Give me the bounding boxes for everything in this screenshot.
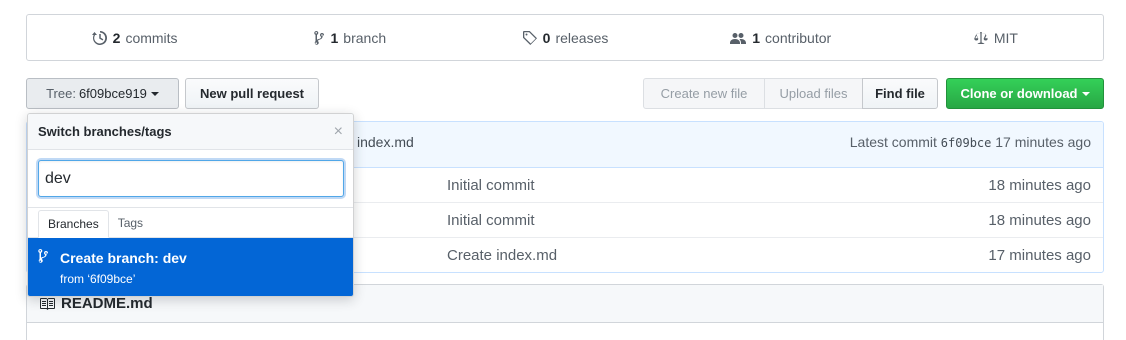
create-branch-title: Create branch: dev <box>60 250 187 266</box>
tab-branches[interactable]: Branches <box>38 210 109 238</box>
law-icon <box>973 30 989 46</box>
branches-link[interactable]: 1 branch <box>242 30 457 46</box>
file-commit-message[interactable]: Create index.md <box>447 247 557 264</box>
latest-commit-info: Latest commit 6f09bce 17 minutes ago <box>850 134 1091 150</box>
tree-label: Tree: <box>46 86 76 101</box>
caret-down-icon <box>1081 91 1090 96</box>
branch-select-button[interactable]: Tree: 6f09bce919 <box>26 78 179 109</box>
book-icon <box>39 296 55 312</box>
license-label: MIT <box>993 29 1018 46</box>
clone-or-download-button[interactable]: Clone or download <box>946 78 1104 109</box>
branches-label: branch <box>343 29 387 46</box>
releases-link[interactable]: 0 releases <box>457 30 672 46</box>
file-commit-message[interactable]: Initial commit <box>447 177 535 194</box>
releases-count: 0 <box>542 29 551 46</box>
create-branch-from: from ‘6f09bce’ <box>60 272 136 286</box>
tree-value: 6f09bce919 <box>78 86 147 101</box>
caret-down-icon <box>150 91 159 96</box>
latest-commit-sha[interactable]: 6f09bce <box>941 136 992 150</box>
branch-filter-input[interactable] <box>38 160 344 197</box>
file-commit-age: 18 minutes ago <box>988 212 1091 229</box>
contributors-count: 1 <box>752 29 761 46</box>
tag-icon <box>522 30 538 46</box>
dropdown-title: Switch branches/tags <box>38 124 172 139</box>
upload-files-button[interactable]: Upload files <box>764 78 863 109</box>
branches-count: 1 <box>330 29 339 46</box>
commits-count: 2 <box>112 29 121 46</box>
file-actions-group: Create new file Upload files Find file <box>643 78 938 109</box>
create-new-file-button[interactable]: Create new file <box>643 78 765 109</box>
commits-link[interactable]: 2 commits <box>27 30 242 46</box>
file-commit-age: 17 minutes ago <box>988 247 1091 264</box>
git-branch-icon <box>38 248 50 264</box>
license-link[interactable]: MIT <box>888 30 1103 46</box>
create-branch-item[interactable]: Create branch: dev from ‘6f09bce’ <box>28 238 353 296</box>
latest-commit-message[interactable]: index.md <box>357 134 414 150</box>
commits-label: commits <box>125 29 178 46</box>
new-pull-request-button[interactable]: New pull request <box>185 78 319 109</box>
find-file-button[interactable]: Find file <box>862 78 938 109</box>
contributors-link[interactable]: 1 contributor <box>673 30 888 46</box>
file-commit-message[interactable]: Initial commit <box>447 212 535 229</box>
git-branch-icon <box>313 30 326 46</box>
close-icon[interactable]: × <box>334 123 343 141</box>
latest-commit-age: 17 minutes ago <box>995 134 1091 150</box>
dropdown-filter <box>28 150 353 208</box>
people-icon <box>729 30 747 46</box>
clone-label: Clone or download <box>960 86 1078 101</box>
releases-label: releases <box>555 29 609 46</box>
latest-commit-label: Latest commit <box>849 134 937 150</box>
repo-summary-bar: 2 commits 1 branch 0 releases 1 contribu… <box>26 14 1104 61</box>
readme-title: README.md <box>61 295 153 312</box>
contributors-label: contributor <box>765 29 832 46</box>
tab-tags[interactable]: Tags <box>109 209 152 237</box>
history-icon <box>91 30 108 46</box>
dropdown-tabs: Branches Tags <box>28 210 353 238</box>
file-commit-age: 18 minutes ago <box>988 177 1091 194</box>
dropdown-header: Switch branches/tags × <box>28 114 353 150</box>
branch-dropdown-menu: Switch branches/tags × Branches Tags Cre… <box>27 113 354 297</box>
